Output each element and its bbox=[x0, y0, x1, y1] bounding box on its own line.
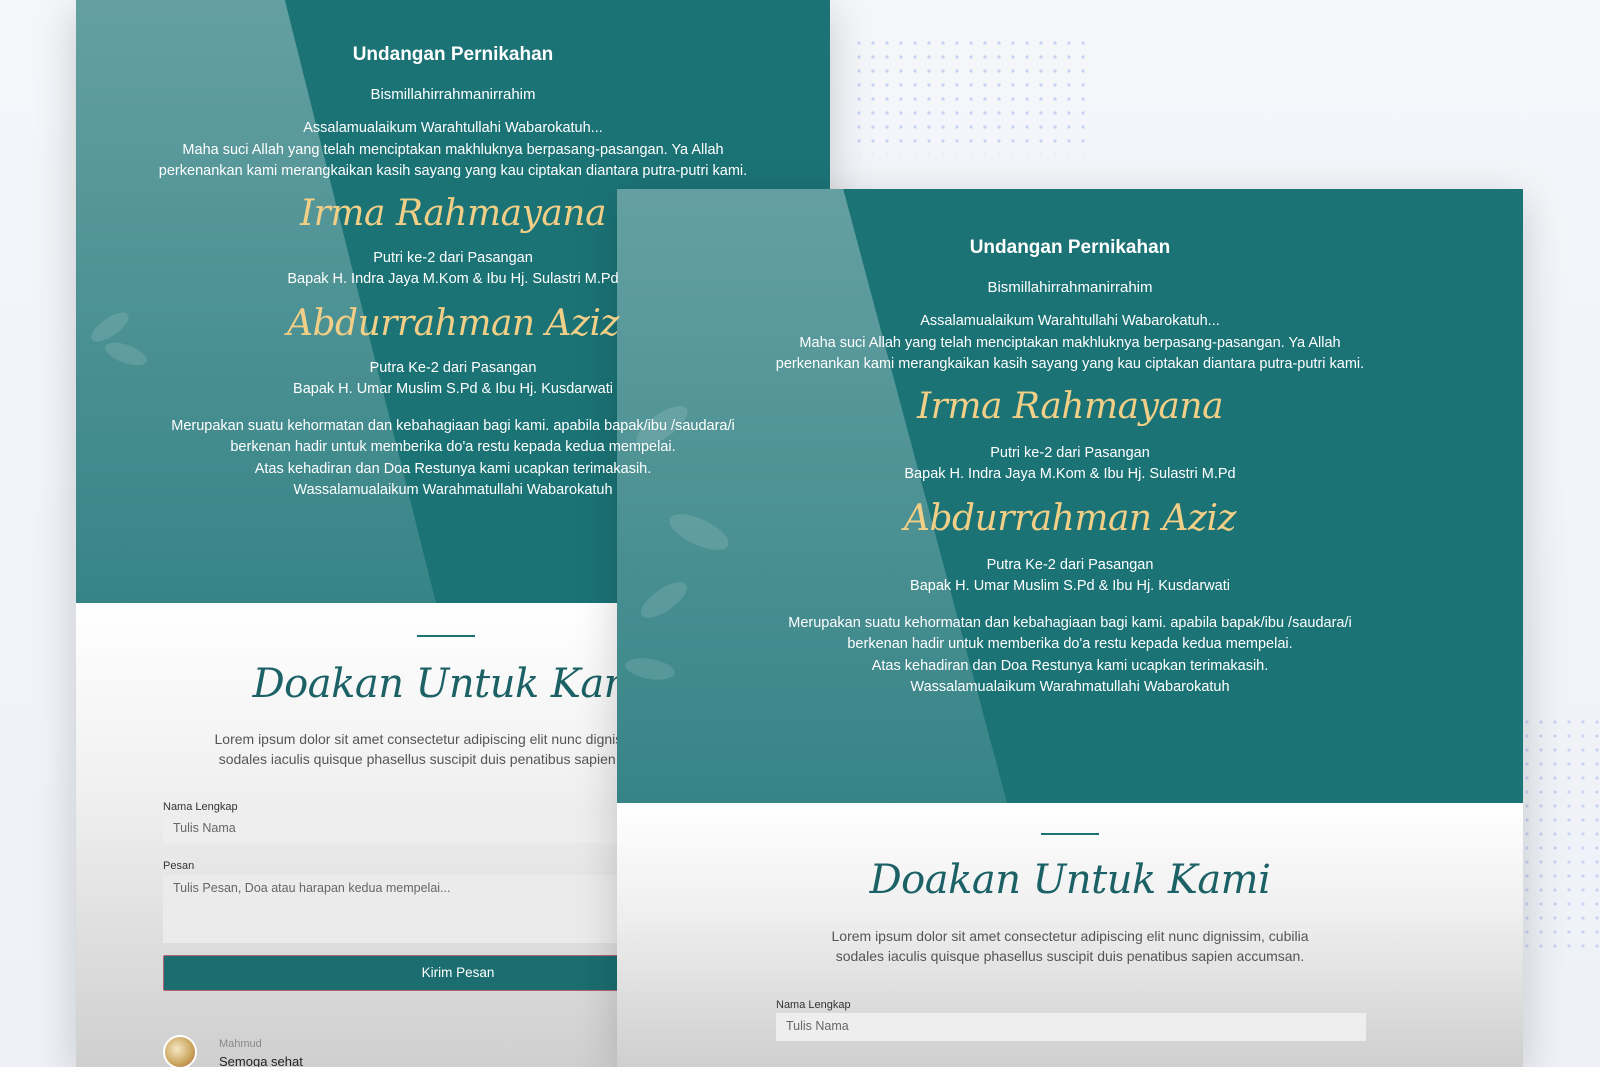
intro-line-1: Maha suci Allah yang telah menciptakan m… bbox=[182, 141, 724, 158]
groom-name: Abdurrahman Aziz bbox=[903, 497, 1237, 539]
wishes-desc-line-1: Lorem ipsum dolor sit amet consectetur a… bbox=[831, 928, 1309, 944]
wishes-title: Doakan Untuk Kami bbox=[869, 857, 1271, 903]
intro-line-1: Maha suci Allah yang telah menciptakan m… bbox=[799, 334, 1341, 351]
bride-parents: Bapak H. Indra Jaya M.Kom & Ibu Hj. Sula… bbox=[904, 466, 1236, 482]
commenter-avatar bbox=[163, 1035, 197, 1067]
dot-pattern-top bbox=[852, 36, 1090, 154]
section-divider bbox=[417, 635, 475, 637]
intro-line-2: perkenankan kami merangkaikan kasih saya… bbox=[775, 356, 1365, 372]
groom-child-of: Putra Ke-2 dari Pasangan bbox=[986, 556, 1154, 573]
invitation-title: Undangan Pernikahan bbox=[969, 237, 1171, 258]
groom-parents: Bapak H. Umar Muslim S.Pd & Ibu Hj. Kusd… bbox=[910, 578, 1230, 594]
commenter-name: Mahmud bbox=[219, 1038, 262, 1050]
closing-line-4: Wassalamualaikum Warahmatullahi Wabaroka… bbox=[910, 679, 1230, 695]
invitation-header-section: Undangan Pernikahan Bismillahirrahmanirr… bbox=[617, 189, 1523, 803]
intro-line-2: perkenankan kami merangkaikan kasih saya… bbox=[158, 163, 748, 179]
bismillah-text: Bismillahirrahmanirrahim bbox=[370, 86, 536, 103]
wishes-section: Doakan Untuk Kami Lorem ipsum dolor sit … bbox=[617, 803, 1523, 1067]
comment-message: Semoga sehat bbox=[219, 1054, 303, 1067]
name-label: Nama Lengkap bbox=[163, 801, 238, 813]
greeting-text: Assalamualaikum Warahtullahi Wabarokatuh… bbox=[303, 120, 603, 136]
greeting-text: Assalamualaikum Warahtullahi Wabarokatuh… bbox=[920, 313, 1220, 329]
bride-name: Irma Rahmayana bbox=[916, 385, 1224, 427]
dot-pattern-right bbox=[1520, 715, 1600, 955]
invitation-preview-front: Undangan Pernikahan Bismillahirrahmanirr… bbox=[617, 189, 1523, 1067]
name-label: Nama Lengkap bbox=[776, 999, 851, 1011]
name-input[interactable]: Tulis Nama bbox=[776, 1013, 1366, 1041]
closing-line-3: Atas kehadiran dan Doa Restunya kami uca… bbox=[871, 657, 1269, 674]
bride-child-of: Putri ke-2 dari Pasangan bbox=[990, 444, 1150, 461]
message-label: Pesan bbox=[163, 860, 195, 872]
bismillah-text: Bismillahirrahmanirrahim bbox=[987, 279, 1153, 296]
closing-line-1: Merupakan suatu kehormatan dan kebahagia… bbox=[788, 614, 1352, 631]
wishes-desc-line-2: sodales iaculis quisque phasellus suscip… bbox=[835, 948, 1305, 964]
closing-line-2: berkenan hadir untuk memberika do'a rest… bbox=[847, 636, 1293, 652]
invitation-title: Undangan Pernikahan bbox=[352, 44, 554, 65]
section-divider bbox=[1041, 833, 1099, 835]
